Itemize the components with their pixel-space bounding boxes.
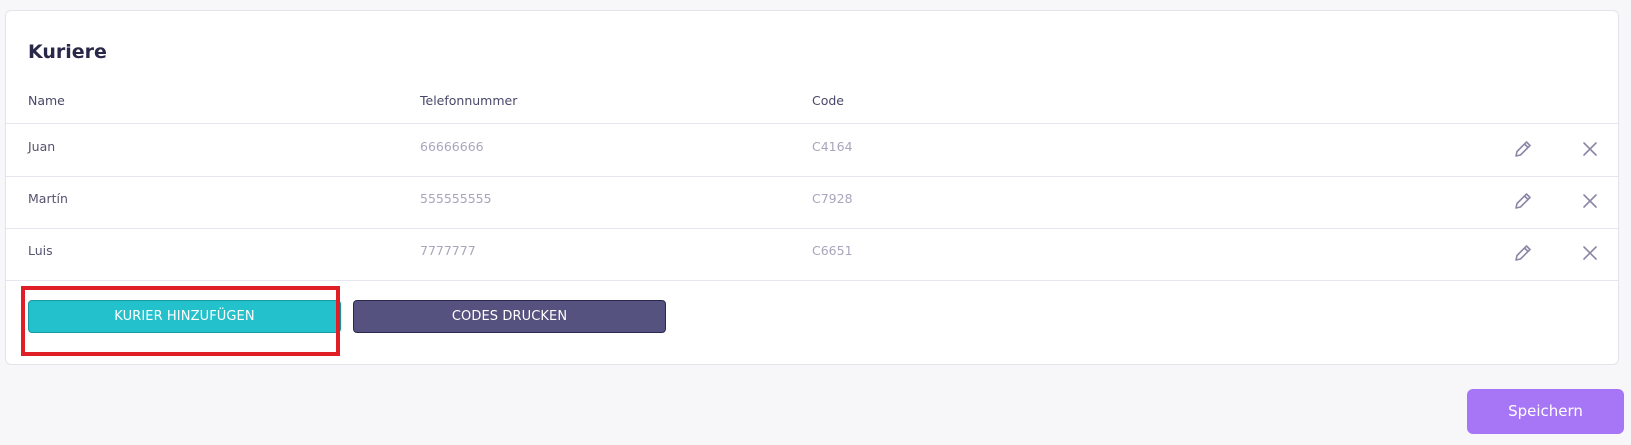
courier-name: Juan xyxy=(28,139,56,154)
header-phone: Telefonnummer xyxy=(420,93,518,108)
table-header: Name Telefonnummer Code xyxy=(6,83,1618,124)
close-icon[interactable] xyxy=(1579,190,1601,212)
pencil-icon[interactable] xyxy=(1512,190,1534,212)
table-row: Luis 7777777 C6651 xyxy=(6,228,1618,281)
print-codes-button[interactable]: CODES DRUCKEN xyxy=(353,300,666,333)
courier-phone: 66666666 xyxy=(420,139,484,154)
header-code: Code xyxy=(812,93,845,108)
couriers-card: Kuriere Name Telefonnummer Code Juan 666… xyxy=(5,10,1619,365)
close-icon[interactable] xyxy=(1579,242,1601,264)
courier-name: Martín xyxy=(28,191,68,206)
pencil-icon[interactable] xyxy=(1512,242,1534,264)
table-row: Juan 66666666 C4164 xyxy=(6,124,1618,177)
card-title: Kuriere xyxy=(28,41,107,63)
courier-name: Luis xyxy=(28,243,53,258)
pencil-icon[interactable] xyxy=(1512,138,1534,160)
add-courier-button[interactable]: KURIER HINZUFÜGEN xyxy=(28,300,341,333)
courier-code: C7928 xyxy=(812,191,853,206)
save-button[interactable]: Speichern xyxy=(1467,389,1624,434)
table-row: Martín 555555555 C7928 xyxy=(6,176,1618,229)
courier-phone: 7777777 xyxy=(420,243,476,258)
close-icon[interactable] xyxy=(1579,138,1601,160)
header-name: Name xyxy=(28,93,65,108)
courier-phone: 555555555 xyxy=(420,191,492,206)
courier-code: C4164 xyxy=(812,139,853,154)
courier-code: C6651 xyxy=(812,243,853,258)
